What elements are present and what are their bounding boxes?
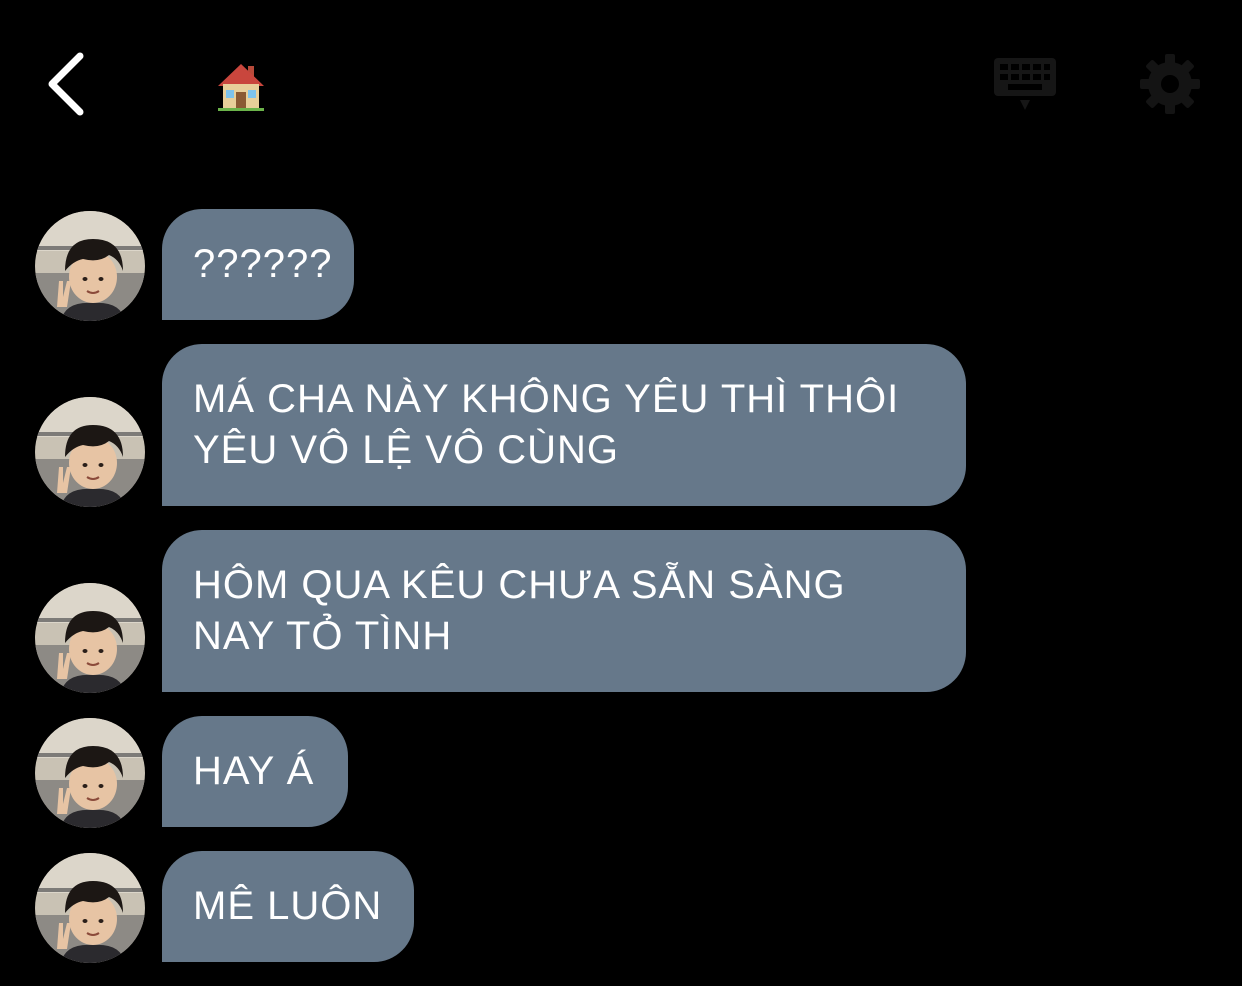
avatar[interactable] (35, 718, 145, 828)
settings-button[interactable] (1136, 50, 1204, 118)
back-button[interactable] (40, 48, 100, 120)
message-text: MÁ CHA NÀY KHÔNG YÊU THÌ THÔI YÊU VÔ LỆ … (193, 377, 900, 472)
message-bubble[interactable]: ?????? (162, 209, 354, 320)
avatar[interactable] (35, 583, 145, 693)
message-text: MÊ LUÔN (193, 884, 383, 928)
message-text: HÔM QUA KÊU CHƯA SẴN SÀNG NAY TỎ TÌNH (193, 563, 846, 658)
chat-header (0, 0, 1242, 160)
chevron-left-icon (48, 52, 84, 116)
avatar[interactable] (35, 397, 145, 507)
gear-icon (1140, 54, 1200, 114)
message-text: HAY Á (193, 749, 315, 793)
keyboard-button[interactable] (990, 52, 1060, 116)
avatar[interactable] (35, 853, 145, 963)
message-bubble[interactable]: MÁ CHA NÀY KHÔNG YÊU THÌ THÔI YÊU VÔ LỆ … (162, 344, 966, 506)
message-bubble[interactable]: MÊ LUÔN (162, 851, 414, 962)
house-icon (214, 60, 268, 114)
message-text: ?????? (193, 242, 333, 286)
message-bubble[interactable]: HÔM QUA KÊU CHƯA SẴN SÀNG NAY TỎ TÌNH (162, 530, 966, 692)
avatar[interactable] (35, 211, 145, 321)
keyboard-icon (994, 58, 1056, 110)
message-bubble[interactable]: HAY Á (162, 716, 348, 827)
